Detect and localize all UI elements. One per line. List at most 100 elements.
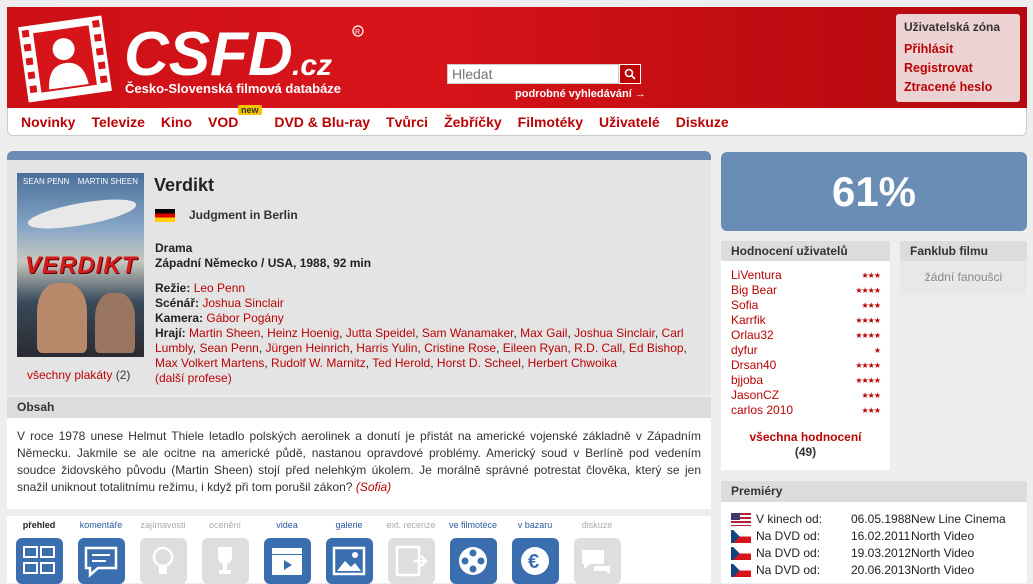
premiere-date: 19.03.2012	[851, 546, 912, 560]
csfd-logo[interactable]: CSFD .cz R	[124, 21, 364, 83]
nav-filmoteky[interactable]: Filmotéky	[518, 114, 583, 130]
cast-member-link[interactable]: Ed Bishop	[629, 341, 684, 355]
cast-member-link[interactable]: Martin Sheen	[189, 326, 260, 340]
film-strip-logo-icon[interactable]	[17, 15, 113, 103]
rating-user-link[interactable]: Big Bear	[731, 283, 777, 298]
film-poster[interactable]: SEAN PENN MARTIN SHEEN VERDIKT	[17, 173, 144, 357]
cast-member-link[interactable]: Eileen Ryan	[503, 341, 568, 355]
nav-kino[interactable]: Kino	[161, 114, 192, 130]
rating-stars: ★★★★	[855, 361, 881, 370]
advanced-search-link[interactable]: podrobné vyhledávání →	[515, 88, 646, 100]
cast-member-link[interactable]: Cristine Rose	[424, 341, 496, 355]
rating-user-link[interactable]: Karrfik	[731, 313, 766, 328]
lost-password-link[interactable]: Ztracené heslo	[904, 78, 1012, 97]
rating-user-link[interactable]: LiVentura	[731, 268, 782, 283]
main-nav: Novinky Televize Kino VOD new DVD & Blu-r…	[7, 104, 1027, 136]
tab-8[interactable]: ve filmotéce	[445, 520, 501, 584]
camera-link[interactable]: Gábor Pogány	[206, 311, 283, 325]
user-rating-row: Karrfik ★★★★	[731, 313, 881, 328]
nav-uzivatele[interactable]: Uživatelé	[599, 114, 660, 130]
lightbulb-icon	[152, 546, 174, 574]
nav-tvurci[interactable]: Tvůrci	[386, 114, 428, 130]
search-button[interactable]	[619, 64, 641, 84]
cast-member-link[interactable]: Harris Yulin	[356, 341, 417, 355]
cast-member-link[interactable]: Joshua Sinclair	[574, 326, 655, 340]
original-title: Judgment in Berlin	[155, 208, 298, 222]
cast-member-link[interactable]: R.D. Call	[574, 341, 622, 355]
fanclub-heading: Fanklub filmu	[900, 241, 1027, 261]
rating-user-link[interactable]: dyfur	[731, 343, 758, 358]
more-professions-link[interactable]: (další profese)	[155, 371, 232, 385]
director-link[interactable]: Leo Penn	[194, 281, 245, 295]
cast-member-link[interactable]: Sean Penn	[199, 341, 258, 355]
cast-member-link[interactable]: Heinz Hoenig	[267, 326, 339, 340]
cast-member-link[interactable]: Jutta Speidel	[346, 326, 415, 340]
premiere-label: Na DVD od:	[756, 529, 821, 543]
svg-text:€: €	[528, 551, 539, 573]
poster-plane	[25, 193, 139, 235]
rating-user-link[interactable]: Orlau32	[731, 328, 774, 343]
premiere-label: Na DVD od:	[756, 546, 821, 560]
cast-row: Hrají: Martin Sheen, Heinz Hoenig, Jutta…	[155, 326, 687, 370]
search-input[interactable]	[447, 64, 619, 84]
user-rating-row: Drsan40 ★★★★	[731, 358, 881, 373]
tab-icon-box	[325, 538, 373, 584]
cast-member-link[interactable]: Max Volkert Martens	[155, 356, 264, 370]
tab-label: ocenění	[208, 520, 242, 530]
premiere-date: 06.05.1988	[851, 512, 912, 526]
film-genre: Drama	[155, 241, 193, 255]
cast-member-link[interactable]: Horst D. Scheel	[437, 356, 521, 370]
nav-dvd[interactable]: DVD & Blu-ray	[274, 114, 370, 130]
premiere-row: Na DVD od: 20.06.2013 North Video	[731, 562, 1017, 579]
tab-label: komentáře	[79, 520, 123, 530]
rating-user-link[interactable]: Sofia	[731, 298, 758, 313]
tab-icon-box	[387, 538, 435, 584]
rating-user-link[interactable]: carlos 2010	[731, 403, 793, 418]
user-rating-row: bjjoba ★★★★	[731, 373, 881, 388]
user-rating-row: carlos 2010 ★★★	[731, 403, 881, 418]
user-rating-row: LiVentura ★★★	[731, 268, 881, 283]
register-link[interactable]: Registrovat	[904, 59, 1012, 78]
cast-member-link[interactable]: Ted Herold	[372, 356, 430, 370]
tab-6[interactable]: galerie	[321, 520, 377, 584]
tab-icon-box: €	[511, 538, 559, 584]
plot-author-link[interactable]: (Sofia)	[356, 480, 391, 494]
poster-face	[95, 293, 135, 353]
cast-member-link[interactable]: Herbert Chwoika	[528, 356, 617, 370]
film-reel-icon	[459, 547, 487, 575]
rating-user-link[interactable]: bjjoba	[731, 373, 763, 388]
nav-novinky[interactable]: Novinky	[21, 114, 75, 130]
cast-member-link[interactable]: Sam Wanamaker	[422, 326, 514, 340]
premiere-row: V kinech od: 06.05.1988 New Line Cinema	[731, 511, 1017, 528]
new-badge: new	[238, 104, 262, 115]
user-zone: Uživatelská zóna Přihlásit Registrovat Z…	[896, 14, 1020, 102]
tab-1[interactable]: přehled	[11, 520, 67, 584]
tab-2[interactable]: komentáře	[73, 520, 129, 584]
cast-member-link[interactable]: Max Gail	[520, 326, 567, 340]
film-creators: Režie: Leo Penn Scénář: Joshua Sinclair …	[155, 281, 705, 386]
tab-9[interactable]: v bazaru €	[507, 520, 563, 584]
rating-user-link[interactable]: Drsan40	[731, 358, 776, 373]
film-genre-origin: Drama Západní Německo / USA, 1988, 92 mi…	[155, 241, 371, 271]
login-link[interactable]: Přihlásit	[904, 40, 1012, 59]
tab-icon-box	[201, 538, 249, 584]
poster-title: VERDIKT	[25, 252, 138, 279]
nav-zebricky[interactable]: Žebříčky	[444, 114, 502, 130]
cast-member-link[interactable]: Jürgen Heinrich	[266, 341, 350, 355]
nav-diskuze[interactable]: Diskuze	[676, 114, 729, 130]
nav-vod[interactable]: VOD new	[208, 104, 262, 130]
all-posters-link[interactable]: všechny plakáty	[27, 368, 112, 382]
tab-icon-box	[263, 538, 311, 584]
all-ratings-link[interactable]: všechna hodnocení	[749, 430, 861, 444]
nav-televize[interactable]: Televize	[91, 114, 144, 130]
cast-member-link[interactable]: Rudolf W. Marnitz	[271, 356, 366, 370]
tab-label: ve filmotéce	[448, 520, 498, 530]
rating-user-link[interactable]: JasonCZ	[731, 388, 779, 403]
tab-10: diskuze	[569, 520, 625, 584]
writer-link[interactable]: Joshua Sinclair	[202, 296, 283, 310]
user-zone-title: Uživatelská zóna	[904, 20, 1001, 34]
tab-5[interactable]: videa	[259, 520, 315, 584]
premiere-date: 16.02.2011	[851, 529, 911, 543]
premieres-list: V kinech od: 06.05.1988 New Line Cinema Na …	[721, 502, 1027, 583]
poster-name: MARTIN SHEEN	[77, 177, 138, 186]
